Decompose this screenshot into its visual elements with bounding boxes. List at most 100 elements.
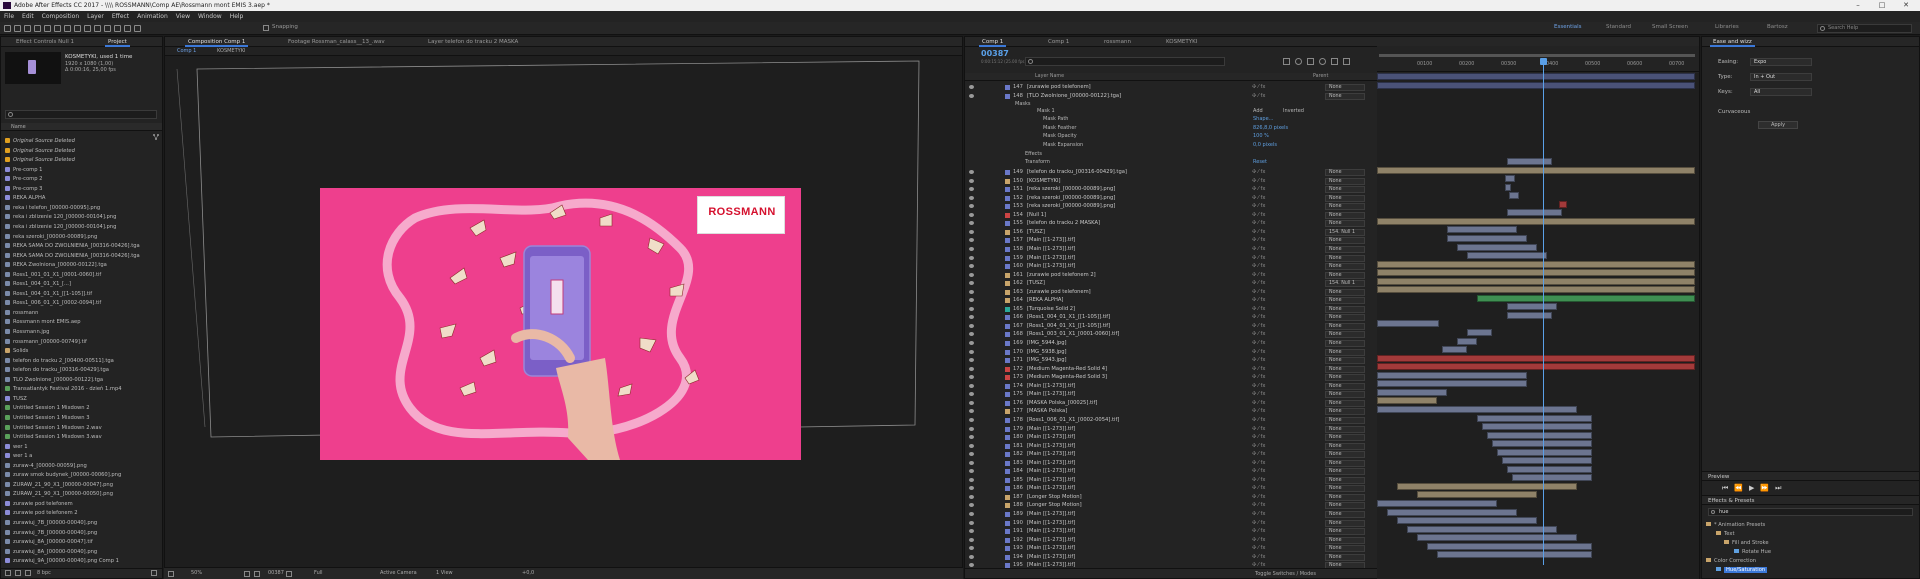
layer-row[interactable]: 183 [Main [[1-273]].tif] ✣ ⁄ fx None (965, 459, 1375, 468)
visibility-eye-icon[interactable] (969, 554, 974, 559)
zoom-tool-icon[interactable] (24, 25, 31, 32)
layer-row[interactable]: 194 [Main [[1-273]].tif] ✣ ⁄ fx None (965, 553, 1375, 562)
layer-switches[interactable]: ✣ ⁄ fx (1252, 527, 1265, 536)
playhead-handle[interactable] (1540, 58, 1547, 65)
mask-property-value[interactable]: 100 % (1253, 133, 1269, 139)
layer-name[interactable]: [reka szeroki_[00000-00089].png] (1027, 185, 1115, 194)
label-color-swatch[interactable] (1005, 417, 1010, 423)
visibility-eye-icon[interactable] (969, 255, 974, 260)
layer-duration-bar[interactable] (1417, 534, 1577, 542)
layer-duration-bar[interactable] (1377, 371, 1527, 379)
visibility-eye-icon[interactable] (969, 563, 974, 568)
parent-dropdown[interactable]: None (1325, 519, 1365, 527)
ease-setting-dropdown[interactable]: Expo (1750, 58, 1812, 66)
label-color-swatch[interactable] (1005, 520, 1010, 526)
puppet-tool-icon[interactable] (134, 25, 141, 32)
layer-duration-bar[interactable] (1442, 346, 1467, 354)
layer-name[interactable]: [Main [[1-273]].tif] (1027, 262, 1075, 271)
layer-name[interactable]: [REKA ALPHA] (1027, 296, 1063, 305)
layer-switches[interactable]: ✣ ⁄ fx (1252, 501, 1265, 510)
layer-row[interactable]: 169 [IMG_5944.jpg] ✣ ⁄ fx None (965, 339, 1375, 348)
camera-dropdown[interactable]: Active Camera (380, 570, 417, 576)
layer-switches[interactable]: ✣ ⁄ fx (1252, 348, 1265, 357)
graph-editor-icon[interactable] (1331, 58, 1338, 65)
layer-switches[interactable]: ✣ ⁄ fx (1252, 322, 1265, 331)
visibility-eye-icon[interactable] (969, 469, 974, 474)
parent-dropdown[interactable]: None (1325, 442, 1365, 450)
layer-name[interactable]: [Main [[1-273]].tif] (1027, 527, 1075, 536)
draft-3d-icon[interactable] (1283, 58, 1290, 65)
layer-name[interactable]: [Main [[1-273]].tif] (1027, 519, 1075, 528)
layer-row[interactable]: 151 [reka szeroki_[00000-00089].png] ✣ ⁄ f… (965, 185, 1375, 194)
layer-duration-bar[interactable] (1377, 320, 1439, 328)
layer-switches[interactable]: ✣ ⁄ fx (1252, 83, 1265, 92)
layer-duration-bar[interactable] (1387, 508, 1517, 516)
visibility-eye-icon[interactable] (969, 400, 974, 405)
project-item[interactable]: Rossmann.jpg (5, 328, 49, 337)
parent-dropdown[interactable]: None (1325, 545, 1365, 553)
layer-switches[interactable]: ✣ ⁄ fx (1252, 330, 1265, 339)
label-color-swatch[interactable] (1005, 281, 1010, 287)
visibility-eye-icon[interactable] (969, 409, 974, 414)
project-item[interactable]: Rossmann mont EMIS.aep (5, 318, 81, 327)
layer-row[interactable]: 150 [KOSMETYKI] ✣ ⁄ fx None (965, 177, 1375, 186)
layer-duration-bar[interactable] (1377, 73, 1695, 80)
visibility-eye-icon[interactable] (969, 298, 974, 303)
ease-and-wizz-title[interactable]: Ease and wizz (1710, 37, 1755, 47)
mask-property-value[interactable]: Shape... (1253, 116, 1273, 122)
parent-dropdown[interactable]: None (1325, 357, 1365, 365)
layer-row[interactable]: 163 [zurawie pod telefonem] ✣ ⁄ fx None (965, 288, 1375, 297)
layer-name[interactable]: [Medium Magenta-Red Solid 3] (1027, 373, 1107, 382)
layer-row[interactable]: 165 [Turquoise Solid 2] ✣ ⁄ fx None (965, 305, 1375, 314)
layer-row[interactable]: 168 [Ross1_003_01_X1_[0001-0060].tif] ✣ ⁄ … (965, 330, 1375, 339)
resolution-dropdown[interactable]: Full (314, 570, 323, 576)
layer-duration-bar[interactable] (1397, 482, 1577, 490)
project-item[interactable]: zurawie pod telefonem 2 (5, 509, 78, 518)
layer-duration-bar[interactable] (1417, 491, 1537, 499)
visibility-eye-icon[interactable] (969, 272, 974, 277)
playhead-line[interactable] (1543, 60, 1544, 565)
layer-row[interactable]: 155 [telefon do tracku 2 MASKA] ✣ ⁄ fx None (965, 219, 1375, 228)
breadcrumb-comp-1[interactable]: Comp 1 (177, 48, 196, 54)
mask-property-value[interactable]: 826,8,0 pixels (1253, 125, 1288, 131)
project-item[interactable]: reka i zblizenie 120_[00000-00104].png (5, 213, 116, 222)
effects-tree-item[interactable]: * Animation Presets (1706, 520, 1765, 530)
layer-duration-bar[interactable] (1377, 397, 1437, 405)
parent-dropdown[interactable]: None (1325, 254, 1365, 262)
layer-duration-bar[interactable] (1497, 448, 1592, 456)
layer-duration-bar[interactable] (1377, 380, 1527, 388)
layer-duration-bar[interactable] (1377, 405, 1577, 413)
project-item[interactable]: Untitled Session 1 Mixdown 3 (5, 414, 90, 423)
brush-tool-icon[interactable] (94, 25, 101, 32)
layer-name[interactable]: [MASKA Polska_[00025].tif] (1027, 399, 1097, 408)
project-item[interactable]: Ross1_004_01_X1_[[1-105]].tif (5, 290, 92, 299)
layer-switches[interactable]: ✣ ⁄ fx (1252, 407, 1265, 416)
project-item[interactable]: Transatlantyk Festival 2016 - dzień 1.mp… (5, 385, 122, 394)
layer-row[interactable]: 182 [Main [[1-273]].tif] ✣ ⁄ fx None (965, 450, 1375, 459)
visibility-eye-icon[interactable] (969, 229, 974, 234)
parent-dropdown[interactable]: None (1325, 416, 1365, 424)
layer-switches[interactable]: ✣ ⁄ fx (1252, 219, 1265, 228)
visibility-eye-icon[interactable] (969, 512, 974, 516)
visibility-eye-icon[interactable] (969, 520, 974, 525)
project-item[interactable]: rossmann_[00000-00749].tif (5, 338, 87, 347)
visibility-eye-icon[interactable] (969, 537, 974, 542)
layer-row[interactable]: 173 [Medium Magenta-Red Solid 3] ✣ ⁄ fx Non… (965, 373, 1375, 382)
project-item[interactable]: zurawiuj_9A_[00000-00040].png Comp 1 (5, 557, 119, 566)
layer-duration-bar[interactable] (1377, 388, 1447, 396)
visibility-eye-icon[interactable] (969, 204, 974, 209)
layer-name[interactable]: [IMG_5943.jpg] (1027, 356, 1067, 365)
layer-switches[interactable]: ✣ ⁄ fx (1252, 442, 1265, 451)
layer-switches[interactable]: ✣ ⁄ fx (1252, 177, 1265, 186)
parent-dropdown[interactable]: None (1325, 382, 1365, 390)
layer-row[interactable]: 179 [Main [[1-273]].tif] ✣ ⁄ fx None (965, 425, 1375, 434)
layer-duration-bar[interactable] (1377, 217, 1695, 225)
first-frame-icon[interactable]: ⏮ (1722, 484, 1734, 492)
parent-dropdown[interactable]: None (1325, 237, 1365, 245)
layer-switches[interactable]: ✣ ⁄ fx (1252, 519, 1265, 528)
layer-duration-bar[interactable] (1427, 542, 1592, 550)
visibility-eye-icon[interactable] (969, 435, 974, 440)
timeline-search-input[interactable] (1025, 57, 1225, 66)
layer-name[interactable]: [Main [[1-273]].tif] (1027, 450, 1075, 459)
layer-name[interactable]: [Longer Stop Motion] (1027, 493, 1082, 502)
